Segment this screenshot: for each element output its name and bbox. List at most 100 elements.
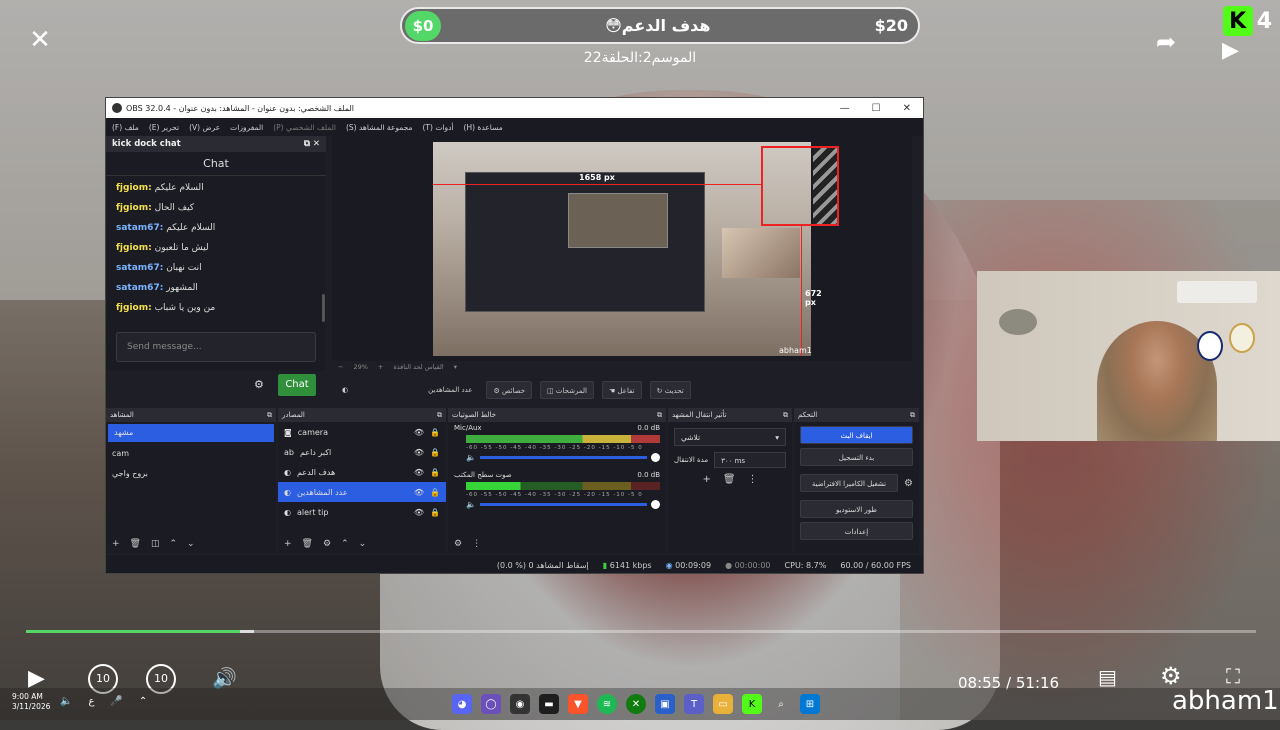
discord-icon[interactable]: ◕	[452, 694, 472, 714]
eye-icon[interactable]: 👁	[414, 428, 424, 437]
virtual-camera-button[interactable]: تشغيل الكاميرا الافتراضية	[800, 474, 899, 492]
send-message-input[interactable]: Send message...	[116, 332, 316, 362]
filter-icon[interactable]: ◫	[151, 539, 160, 549]
undock-icon[interactable]: ⧉	[657, 408, 662, 422]
teams-icon[interactable]: T	[684, 694, 704, 714]
microphone-icon[interactable]: 🎤	[110, 696, 122, 707]
trash-icon[interactable]: 🗑	[723, 474, 736, 485]
chat-username[interactable]: satam67:	[116, 223, 163, 233]
add-icon[interactable]: +	[702, 474, 710, 485]
source-item[interactable]: ◐ هدف الدعم 👁 🔒	[278, 462, 446, 482]
chevron-up-icon[interactable]: ⌃	[341, 539, 349, 549]
windows-start-icon[interactable]: ⊞	[800, 694, 820, 714]
interact-button[interactable]: ☚ تفاعل	[601, 381, 642, 399]
undock-icon[interactable]: ⧉	[783, 408, 788, 422]
selection-box[interactable]	[761, 146, 839, 226]
minimize-icon[interactable]: —	[840, 103, 850, 114]
chat-settings-icon[interactable]: ⚙	[254, 378, 264, 391]
maximize-icon[interactable]: ☐	[872, 103, 881, 114]
cast-icon[interactable]: ▶	[1222, 38, 1239, 63]
eye-icon[interactable]: 👁	[414, 508, 424, 517]
language-indicator[interactable]: ع	[88, 696, 94, 707]
refresh-button[interactable]: ↻ تحديث	[649, 381, 691, 399]
undock-icon[interactable]: ⧉	[267, 408, 272, 422]
chat-icon[interactable]: ▤	[1098, 665, 1117, 689]
chat-username[interactable]: fjgiom:	[116, 303, 152, 313]
volume-slider[interactable]	[479, 502, 647, 506]
zoom-out-icon[interactable]: −	[338, 363, 343, 371]
video-progress-bar[interactable]	[26, 630, 1256, 633]
source-item[interactable]: ab اكبر داعم 👁 🔒	[278, 442, 446, 462]
source-item[interactable]: ◐ alert tip 👁 🔒	[278, 502, 446, 522]
trash-icon[interactable]: 🗑	[130, 539, 141, 549]
chat-username[interactable]: fjgiom:	[116, 243, 152, 253]
terminal-icon[interactable]: ▬	[539, 694, 559, 714]
chevron-down-icon[interactable]: ▾	[454, 363, 457, 371]
lock-icon[interactable]: 🔒	[430, 428, 440, 437]
add-icon[interactable]: +	[112, 539, 120, 549]
menu-file[interactable]: (F) ملف	[112, 123, 139, 132]
search-icon[interactable]: ⌕	[771, 694, 791, 714]
obs-app-icon[interactable]: ◉	[510, 694, 530, 714]
speaker-icon[interactable]: 🔈	[60, 696, 72, 707]
xbox-icon[interactable]: ✕	[626, 694, 646, 714]
chat-username[interactable]: fjgiom:	[116, 183, 152, 193]
chat-scrollbar[interactable]	[322, 294, 325, 322]
more-icon[interactable]: ⋮	[472, 539, 481, 549]
search-app-icon[interactable]: ◯	[481, 694, 501, 714]
taskbar-clock[interactable]: 9:00 AM 3/11/2026	[12, 692, 50, 712]
more-icon[interactable]: ⋮	[748, 474, 758, 485]
chevron-down-icon[interactable]: ⌄	[359, 539, 367, 549]
menu-docks[interactable]: المفروزات	[230, 123, 263, 132]
eye-icon[interactable]: 👁	[414, 448, 424, 457]
eye-icon[interactable]: 👁	[414, 488, 424, 497]
store-icon[interactable]: ▣	[655, 694, 675, 714]
gear-icon[interactable]: ⚙	[323, 539, 331, 549]
menu-profile[interactable]: (P) الملف الشخصي	[273, 123, 336, 132]
undock-icon[interactable]: ⧉	[304, 139, 310, 149]
chevron-down-icon[interactable]: ⌄	[187, 539, 195, 549]
properties-button[interactable]: ⚙ خصائص	[486, 381, 533, 399]
close-icon[interactable]: ✕	[27, 27, 53, 53]
source-item[interactable]: ◐ عدد المشاهدين 👁 🔒	[278, 482, 446, 502]
chat-username[interactable]: satam67:	[116, 283, 163, 293]
add-icon[interactable]: +	[284, 539, 292, 549]
menu-scene-collection[interactable]: (S) مجموعة المشاهد	[346, 123, 413, 132]
scene-item[interactable]: بروح واجي	[106, 464, 276, 484]
lock-icon[interactable]: 🔒	[430, 468, 440, 477]
transition-select[interactable]: تلاشي ▾	[674, 428, 786, 446]
menu-edit[interactable]: (E) تحرير	[149, 123, 179, 132]
scene-item[interactable]: مشهد	[108, 424, 274, 442]
speaker-icon[interactable]: 🔈	[466, 453, 476, 462]
gear-icon[interactable]: ⚙	[904, 478, 913, 489]
trash-icon[interactable]: 🗑	[302, 539, 313, 549]
obs-preview[interactable]: 1658 px 672 px abham1	[332, 136, 912, 361]
source-item[interactable]: ◙ camera 👁 🔒	[278, 422, 446, 442]
volume-knob[interactable]	[651, 499, 660, 509]
lock-icon[interactable]: 🔒	[430, 448, 440, 457]
kick-app-icon[interactable]: K	[742, 694, 762, 714]
chat-username[interactable]: fjgiom:	[116, 203, 152, 213]
dock-close-icon[interactable]: ✕	[313, 139, 320, 149]
share-icon[interactable]: ➦	[1156, 28, 1176, 56]
lock-icon[interactable]: 🔒	[430, 488, 440, 497]
menu-tools[interactable]: (T) أدوات	[423, 123, 454, 132]
duration-input[interactable]: ٣٠٠ ms	[714, 452, 786, 468]
menu-help[interactable]: (H) مساعدة	[464, 123, 503, 132]
fit-to-window[interactable]: القياس لحد النافذة	[393, 363, 443, 371]
stop-streaming-button[interactable]: ايقاف البث	[800, 426, 913, 444]
speaker-icon[interactable]: 🔈	[466, 500, 476, 509]
studio-mode-button[interactable]: طور الاستوديو	[800, 500, 913, 518]
fullscreen-icon[interactable]: ⛶	[1226, 664, 1240, 688]
filters-button[interactable]: ◫ المرشحات	[540, 381, 594, 399]
menu-view[interactable]: (V) عرض	[189, 123, 220, 132]
volume-slider[interactable]	[479, 455, 647, 459]
volume-knob[interactable]	[651, 452, 660, 462]
eye-icon[interactable]: 👁	[414, 468, 424, 477]
lock-icon[interactable]: 🔒	[430, 508, 440, 517]
undock-icon[interactable]: ⧉	[910, 408, 915, 422]
brave-icon[interactable]: ▼	[568, 694, 588, 714]
settings-button[interactable]: إعدادات	[800, 522, 913, 540]
folder-icon[interactable]: ▭	[713, 694, 733, 714]
spotify-icon[interactable]: ≋	[597, 694, 617, 714]
